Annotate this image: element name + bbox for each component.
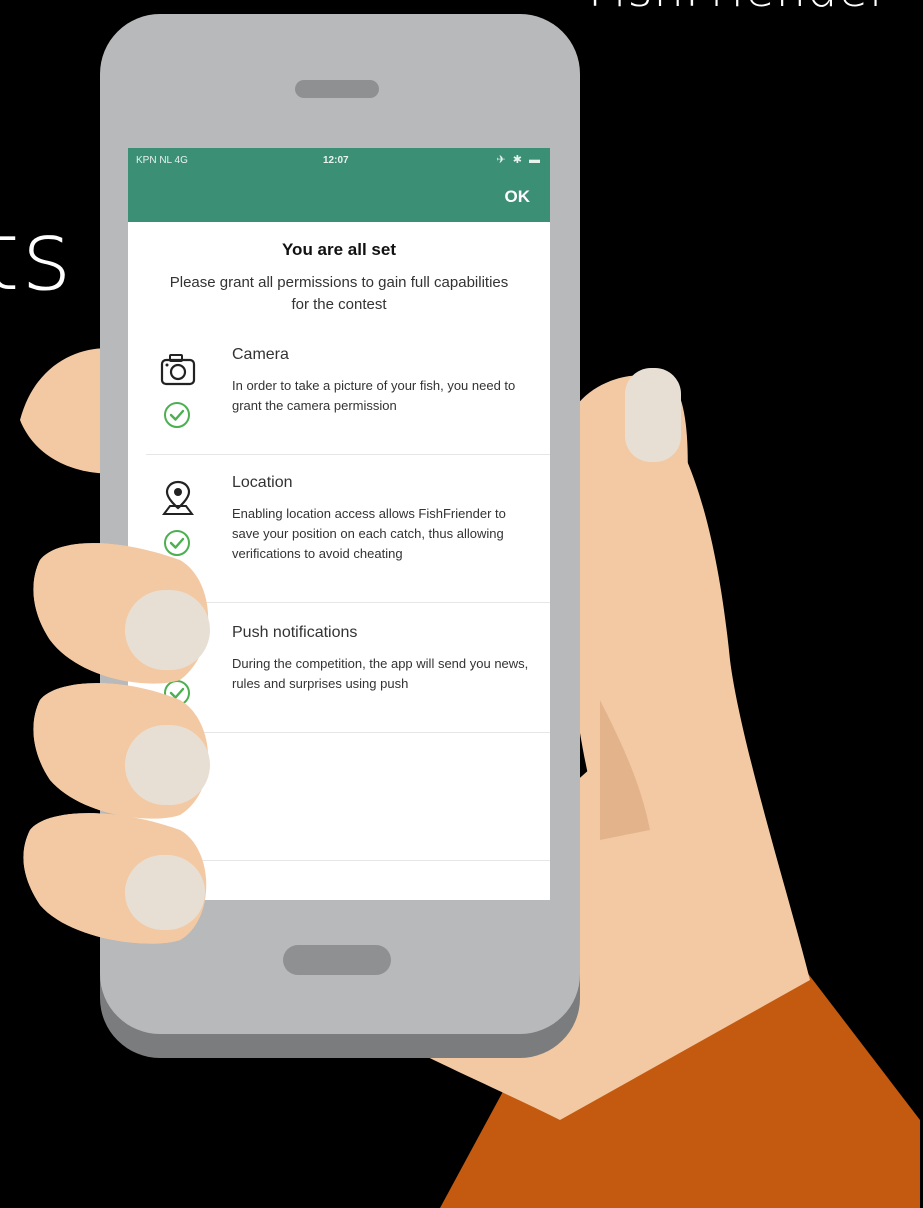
home-button	[283, 945, 391, 975]
camera-icon	[160, 354, 196, 386]
divider	[146, 732, 550, 733]
permission-description: In order to take a picture of your fish,…	[232, 378, 516, 413]
phone-screen: KPN NL 4G 12:07 ✈ ✱ ▬ OK You are all set…	[128, 148, 550, 900]
granted-check-icon	[164, 680, 190, 706]
divider	[146, 454, 550, 455]
divider	[146, 860, 550, 861]
carrier-label: KPN NL 4G	[136, 155, 188, 166]
permission-description: During the competition, the app will sen…	[232, 656, 529, 691]
permission-item-push-notifications[interactable]: Push notifications During the competitio…	[128, 624, 550, 734]
granted-check-icon	[164, 530, 190, 556]
speaker-slot	[295, 80, 379, 98]
permission-title: Push notifications	[232, 624, 358, 641]
status-bar: KPN NL 4G 12:07 ✈ ✱ ▬	[128, 148, 550, 174]
page-title: You are all set	[281, 240, 396, 259]
ok-button[interactable]: OK	[505, 187, 531, 207]
thumb-nail	[625, 368, 681, 462]
page-subtitle: Please grant all permissions to gain ful…	[169, 274, 509, 313]
divider	[146, 602, 550, 603]
permission-title: Location	[232, 474, 293, 491]
location-pin-icon	[162, 480, 194, 515]
status-time: 12:07	[323, 155, 349, 166]
granted-check-icon	[164, 402, 190, 428]
permission-title: Camera	[232, 346, 289, 363]
permission-description: Enabling location access allows FishFrie…	[232, 506, 506, 561]
permission-item-camera[interactable]: Camera In order to take a picture of you…	[128, 346, 550, 456]
nav-bar: OK	[128, 174, 550, 222]
permission-item-location[interactable]: Location Enabling location access allows…	[128, 474, 550, 604]
status-indicators-icon: ✈ ✱ ▬	[496, 154, 542, 166]
